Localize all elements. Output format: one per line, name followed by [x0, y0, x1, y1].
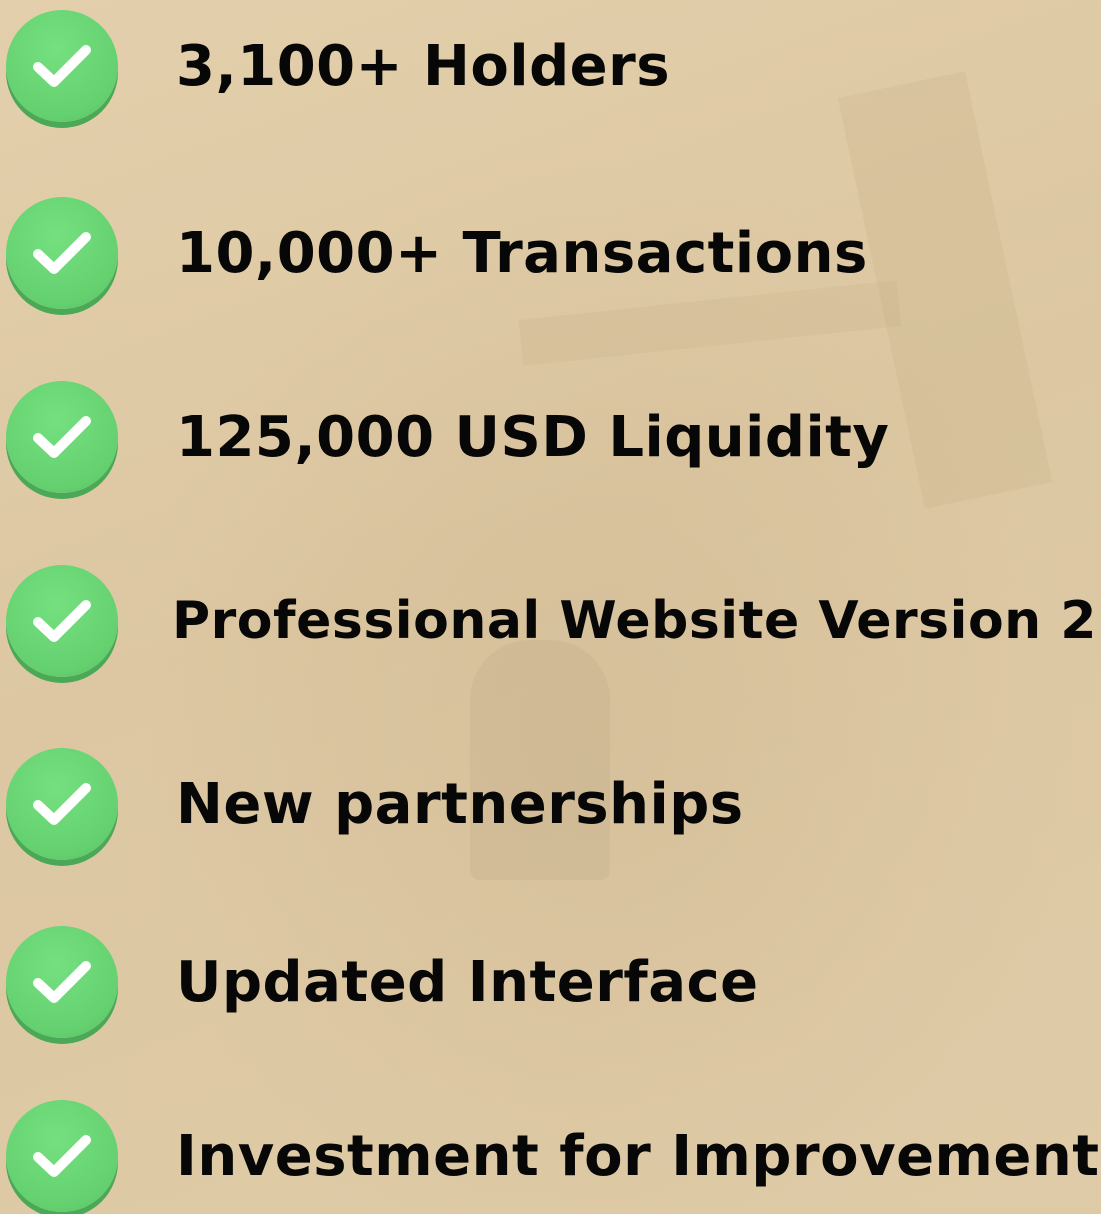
list-item: Professional Website Version 2	[6, 563, 1097, 679]
list-item: 10,000+ Transactions	[6, 195, 868, 311]
list-item: 125,000 USD Liquidity	[6, 379, 889, 495]
list-item: 3,100+ Holders	[6, 8, 670, 124]
item-label: Investment for Improvements	[176, 1123, 1101, 1189]
check-icon	[6, 926, 118, 1038]
check-icon	[6, 748, 118, 860]
check-icon	[6, 381, 118, 493]
item-label: Updated Interface	[176, 949, 759, 1015]
item-label: 10,000+ Transactions	[176, 220, 868, 286]
item-label: 3,100+ Holders	[176, 33, 671, 99]
item-label: 125,000 USD Liquidity	[176, 404, 890, 470]
item-label: Professional Website Version 2	[172, 591, 1097, 651]
item-label: New partnerships	[176, 771, 744, 837]
check-icon	[6, 10, 118, 122]
check-icon	[6, 1100, 118, 1212]
check-icon	[6, 197, 118, 309]
list-item: New partnerships	[6, 746, 744, 862]
list-item: Updated Interface	[6, 924, 759, 1040]
list-item: Investment for Improvements	[6, 1098, 1101, 1214]
achievements-list: 3,100+ Holders 10,000+ Transactions 125,…	[0, 0, 1101, 1212]
check-icon	[6, 565, 118, 677]
